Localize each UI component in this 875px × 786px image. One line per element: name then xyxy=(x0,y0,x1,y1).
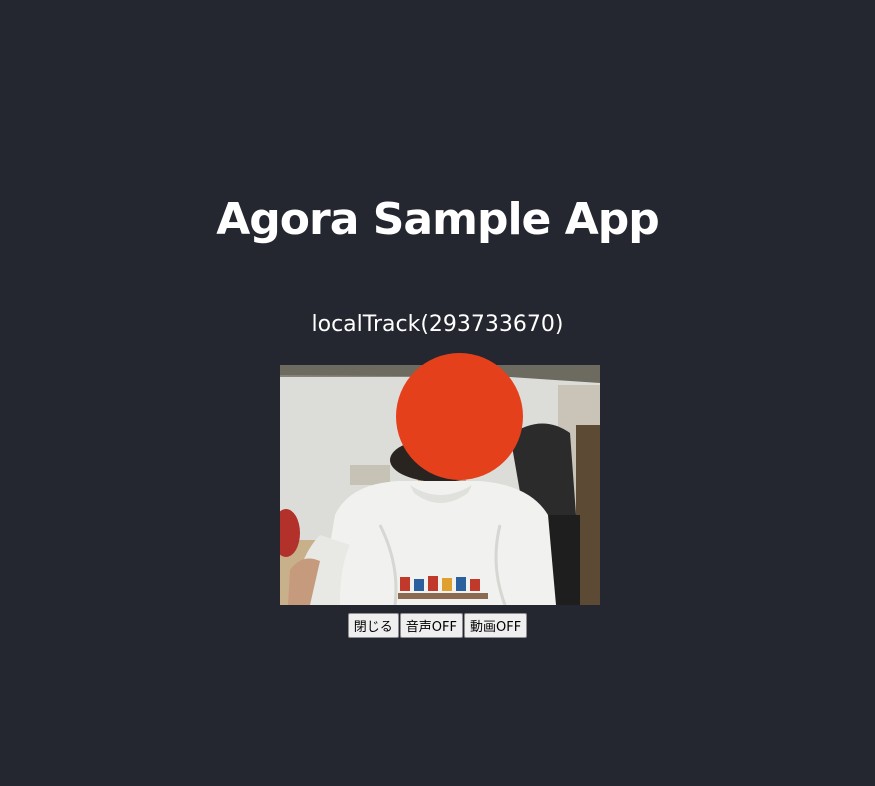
audio-off-button[interactable]: 音声OFF xyxy=(399,613,463,638)
local-track-label: localTrack(293733670) xyxy=(311,312,564,337)
app-title: Agora Sample App xyxy=(216,194,660,245)
track-controls: 閉じる 音声OFF 動画OFF xyxy=(0,613,875,638)
video-off-button[interactable]: 動画OFF xyxy=(464,613,528,638)
close-button[interactable]: 閉じる xyxy=(347,613,399,638)
face-blur-mask xyxy=(396,353,523,480)
